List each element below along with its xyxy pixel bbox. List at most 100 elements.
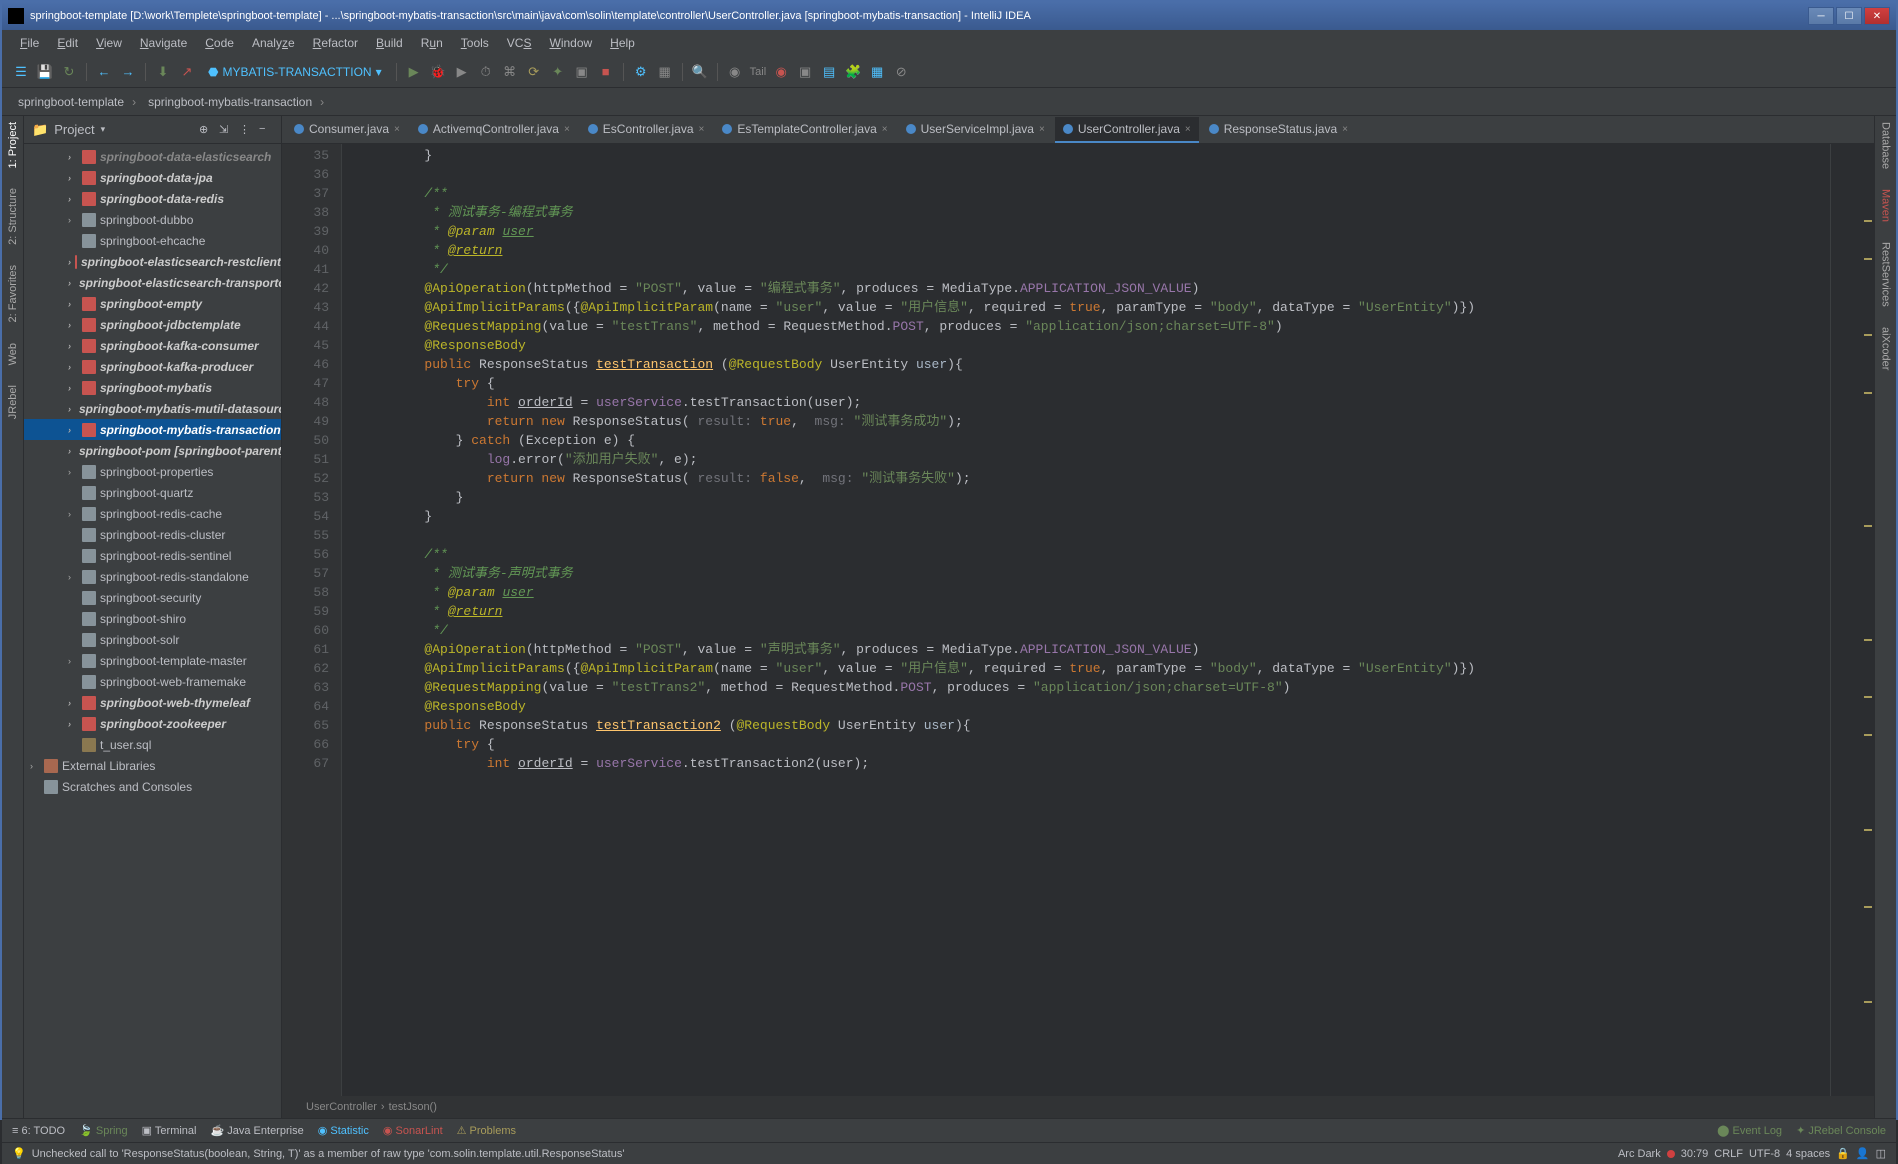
jrebel-console[interactable]: ✦ JRebel Console <box>1796 1124 1886 1137</box>
sync-icon[interactable]: ↻ <box>60 63 78 81</box>
tree-item[interactable]: ›External Libraries <box>24 755 281 776</box>
tree-item[interactable]: ›springboot-elasticsearch-transportclien… <box>24 272 281 293</box>
hide-icon[interactable]: − <box>259 123 273 137</box>
menu-window[interactable]: Window <box>541 33 600 53</box>
tree-item[interactable]: Scratches and Consoles <box>24 776 281 797</box>
save-icon[interactable]: 💾 <box>36 63 54 81</box>
tree-item[interactable]: ›springboot-mybatis-mutil-datasource <box>24 398 281 419</box>
collapse-icon[interactable]: ⇲ <box>219 123 233 137</box>
crumb-module[interactable]: springboot-mybatis-transaction <box>144 95 312 109</box>
editor[interactable]: 3536373839404142434445464748495051525354… <box>282 144 1874 1096</box>
close-button[interactable]: ✕ <box>1864 7 1890 25</box>
tree-item[interactable]: springboot-redis-cluster <box>24 524 281 545</box>
close-icon[interactable]: × <box>1185 124 1191 135</box>
no-icon[interactable]: ⊘ <box>892 63 910 81</box>
pin-icon[interactable]: ◉ <box>772 63 790 81</box>
tree-item[interactable]: springboot-shiro <box>24 608 281 629</box>
close-icon[interactable]: × <box>1342 124 1348 135</box>
bottom-problems[interactable]: ⚠ Problems <box>457 1124 516 1137</box>
close-icon[interactable]: × <box>882 124 888 135</box>
target-icon[interactable]: ⊕ <box>199 123 213 137</box>
run-config-selector[interactable]: ⬣ MYBATIS-TRANSACTTION ▾ <box>202 65 388 79</box>
bottom-stat[interactable]: ◉ Statistic <box>318 1124 369 1137</box>
jr2-icon[interactable]: ▣ <box>573 63 591 81</box>
editor-tab[interactable]: ActivemqController.java× <box>410 117 578 143</box>
editor-tab[interactable]: Consumer.java× <box>286 117 408 143</box>
tree-item[interactable]: springboot-security <box>24 587 281 608</box>
status-theme[interactable]: Arc Dark <box>1618 1148 1661 1160</box>
project-tree[interactable]: ›springboot-data-elasticsearch›springboo… <box>24 144 281 1118</box>
m1-icon[interactable]: ▣ <box>796 63 814 81</box>
rerun-icon[interactable]: ⟳ <box>525 63 543 81</box>
build-icon[interactable]: ⬇ <box>154 63 172 81</box>
bc-class[interactable]: UserController <box>306 1101 377 1113</box>
menu-edit[interactable]: Edit <box>49 33 86 53</box>
corner-icon[interactable]: ◫ <box>1876 1147 1886 1160</box>
status-pos[interactable]: 30:79 <box>1681 1148 1709 1160</box>
menu-help[interactable]: Help <box>602 33 643 53</box>
tree-item[interactable]: ›springboot-redis-cache <box>24 503 281 524</box>
menu-code[interactable]: Code <box>197 33 242 53</box>
grid-icon[interactable]: ▦ <box>868 63 886 81</box>
tree-item[interactable]: ›springboot-template-master <box>24 650 281 671</box>
status-indent[interactable]: 4 spaces <box>1786 1148 1830 1160</box>
tree-item[interactable]: ›springboot-properties <box>24 461 281 482</box>
search-icon[interactable]: 🔍 <box>691 63 709 81</box>
tree-item[interactable]: springboot-redis-sentinel <box>24 545 281 566</box>
menu-run[interactable]: Run <box>413 33 451 53</box>
bc-method[interactable]: testJson() <box>389 1101 437 1113</box>
tree-item[interactable]: springboot-ehcache <box>24 230 281 251</box>
menu-file[interactable]: File <box>12 33 47 53</box>
tree-item[interactable]: t_user.sql <box>24 734 281 755</box>
attach-icon[interactable]: ⌘ <box>501 63 519 81</box>
debug-icon[interactable]: 🐞 <box>429 63 447 81</box>
left-tab-project[interactable]: 1: Project <box>7 122 19 168</box>
back-icon[interactable]: ← <box>95 63 113 81</box>
left-tab-favorites[interactable]: 2: Favorites <box>7 265 19 322</box>
tree-item[interactable]: ›springboot-redis-standalone <box>24 566 281 587</box>
tree-item[interactable]: ›springboot-data-elasticsearch <box>24 146 281 167</box>
puzzle-icon[interactable]: 🧩 <box>844 63 862 81</box>
right-tab-database[interactable]: Database <box>1880 122 1892 169</box>
left-tab-web[interactable]: Web <box>7 343 19 365</box>
tree-item[interactable]: ›springboot-web-thymeleaf <box>24 692 281 713</box>
menu-view[interactable]: View <box>88 33 130 53</box>
open-icon[interactable]: ☰ <box>12 63 30 81</box>
menu-build[interactable]: Build <box>368 33 411 53</box>
editor-tab[interactable]: UserController.java× <box>1055 117 1199 143</box>
right-tab-aix[interactable]: aiXcoder <box>1880 327 1892 370</box>
locate-icon[interactable]: ↗ <box>178 63 196 81</box>
status-sep[interactable]: CRLF <box>1714 1148 1743 1160</box>
tree-item[interactable]: ›springboot-kafka-consumer <box>24 335 281 356</box>
bottom-spring[interactable]: 🍃 Spring <box>79 1124 128 1137</box>
close-icon[interactable]: × <box>699 124 705 135</box>
code[interactable]: } /** * 测试事务-编程式事务 * @param user * @retu… <box>342 144 1874 1096</box>
tree-item[interactable]: ›springboot-jdbctemplate <box>24 314 281 335</box>
tree-item[interactable]: ›springboot-dubbo <box>24 209 281 230</box>
lock-icon[interactable]: 🔒 <box>1836 1147 1850 1160</box>
settings-icon[interactable]: ⋮ <box>239 123 253 137</box>
close-icon[interactable]: × <box>564 124 570 135</box>
tree-item[interactable]: ›springboot-data-jpa <box>24 167 281 188</box>
menu-vcs[interactable]: VCS <box>499 33 540 53</box>
run-icon[interactable]: ▶ <box>405 63 423 81</box>
close-icon[interactable]: × <box>394 124 400 135</box>
left-tab-structure[interactable]: 2: Structure <box>7 188 19 245</box>
tree-item[interactable]: ›springboot-pom [springboot-parent] <box>24 440 281 461</box>
tree-item[interactable]: ›springboot-data-redis <box>24 188 281 209</box>
event-log[interactable]: ⬤ Event Log <box>1717 1124 1782 1137</box>
maximize-button[interactable]: ☐ <box>1836 7 1862 25</box>
minimize-button[interactable]: ─ <box>1808 7 1834 25</box>
right-tab-maven[interactable]: Maven <box>1880 189 1892 222</box>
man-icon[interactable]: 👤 <box>1856 1147 1870 1160</box>
tree-item[interactable]: ›springboot-mybatis <box>24 377 281 398</box>
tree-item[interactable]: springboot-solr <box>24 629 281 650</box>
gear-icon[interactable]: ⚙ <box>632 63 650 81</box>
tree-item[interactable]: ›springboot-zookeeper <box>24 713 281 734</box>
bottom-sonar[interactable]: ◉ SonarLint <box>383 1124 443 1137</box>
bottom-terminal[interactable]: ▣ Terminal <box>142 1124 197 1137</box>
left-tab-jrebel[interactable]: JRebel <box>7 385 19 419</box>
tree-item[interactable]: ›springboot-empty <box>24 293 281 314</box>
tree-item[interactable]: ›springboot-kafka-producer <box>24 356 281 377</box>
jrebel-icon[interactable]: ✦ <box>549 63 567 81</box>
